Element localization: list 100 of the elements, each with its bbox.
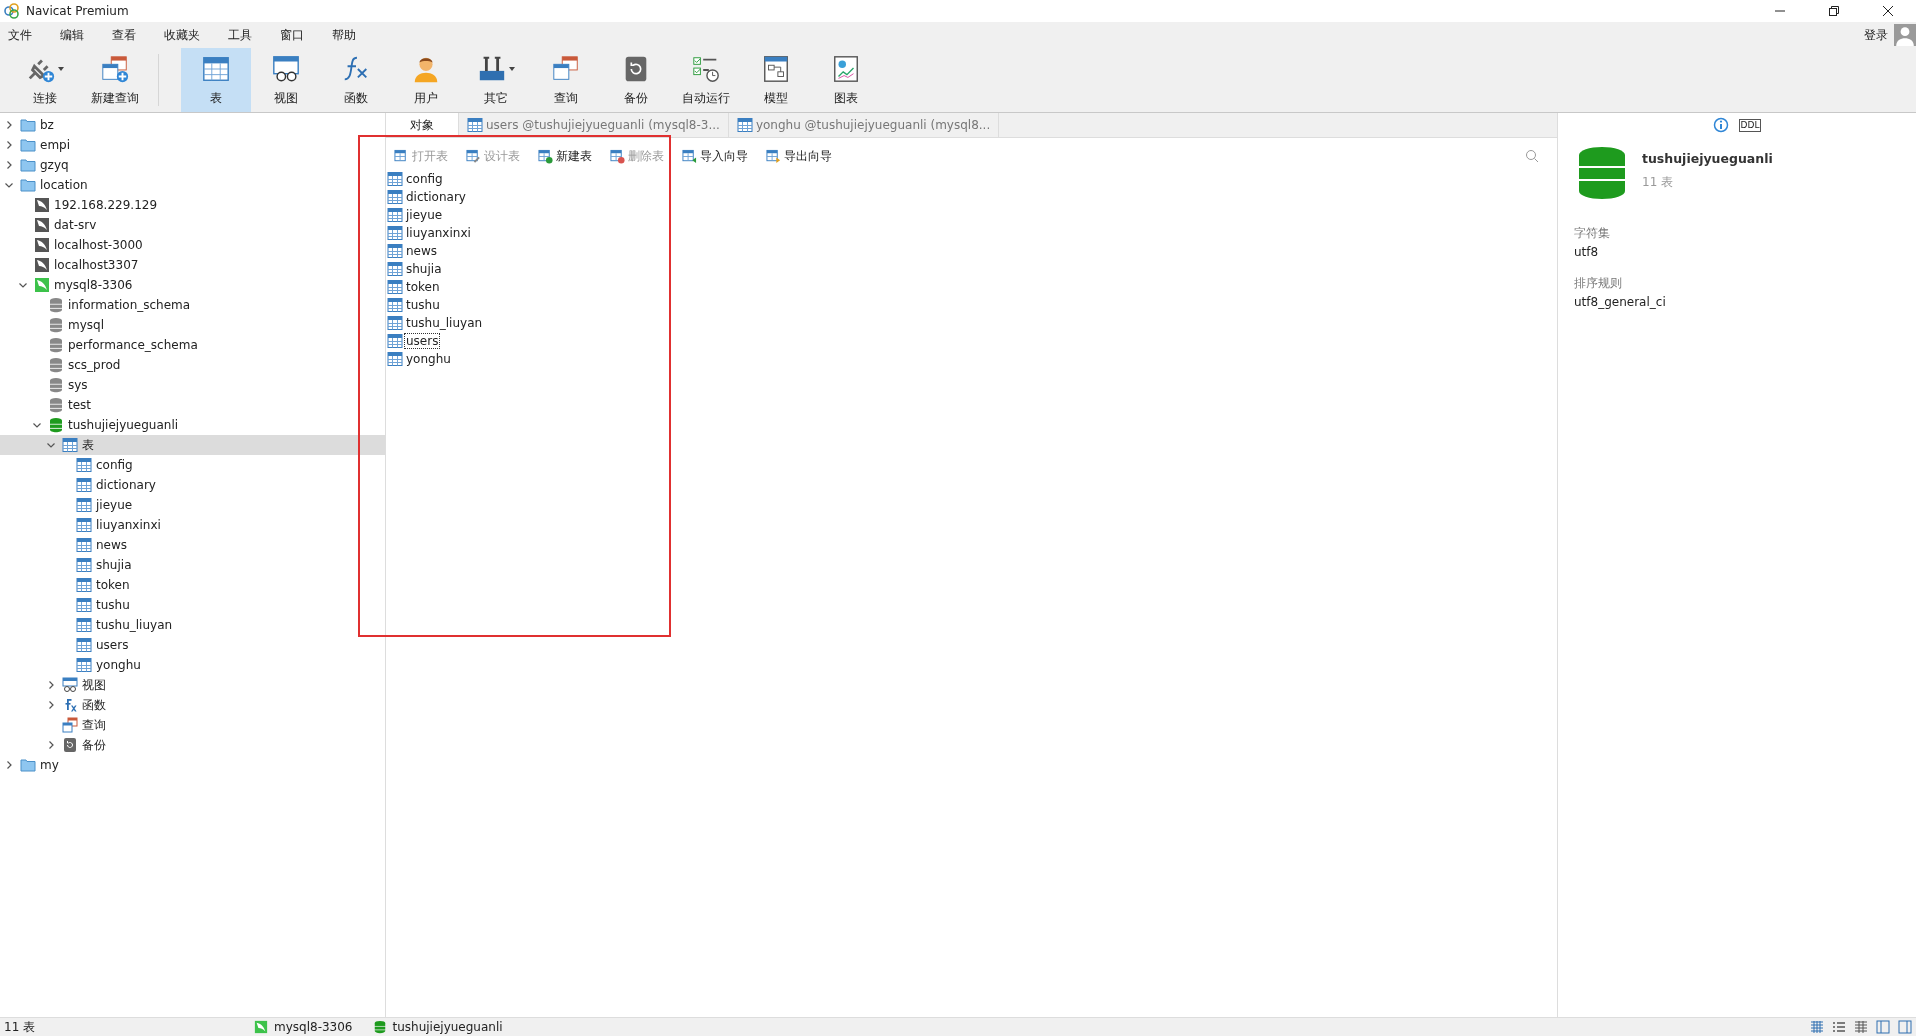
table-item[interactable]: yonghu	[387, 350, 1557, 368]
chevron-right-icon[interactable]	[4, 120, 14, 130]
toolbar-button[interactable]: 自动运行	[671, 48, 741, 112]
tree-item[interactable]: tushujiejyueguanli	[0, 415, 385, 435]
tree-item[interactable]: tushu_liuyan	[0, 615, 385, 635]
tree-item[interactable]: localhost-3000	[0, 235, 385, 255]
table-item[interactable]: liuyanxinxi	[387, 224, 1557, 242]
tree-item[interactable]: mysql8-3306	[0, 275, 385, 295]
table-icon	[76, 597, 92, 613]
menu-item[interactable]: 文件	[8, 26, 32, 44]
login-link[interactable]: 登录	[1864, 26, 1888, 44]
menu-item[interactable]: 编辑	[60, 26, 84, 44]
search-icon[interactable]	[1525, 149, 1539, 163]
table-item[interactable]: jieyue	[387, 206, 1557, 224]
tree-item[interactable]: performance_schema	[0, 335, 385, 355]
tree-item[interactable]: sys	[0, 375, 385, 395]
toolbar-button[interactable]: 其它	[461, 48, 531, 112]
info-icon[interactable]	[1712, 117, 1729, 133]
tree-label: news	[96, 538, 128, 552]
menu-item[interactable]: 窗口	[280, 26, 304, 44]
chevron-right-icon[interactable]	[46, 740, 56, 750]
chevron-down-icon[interactable]	[4, 180, 14, 190]
tree-item[interactable]: tushu	[0, 595, 385, 615]
chevron-right-icon[interactable]	[46, 680, 56, 690]
table-item[interactable]: config	[387, 170, 1557, 188]
table-item[interactable]: news	[387, 242, 1557, 260]
menu-item[interactable]: 帮助	[332, 26, 356, 44]
toolbar-button[interactable]: 连接	[10, 48, 80, 112]
tree-item[interactable]: 192.168.229.129	[0, 195, 385, 215]
panel-icon[interactable]	[1876, 1020, 1890, 1034]
restore-icon[interactable]	[1828, 5, 1840, 17]
action-button[interactable]: 新建表	[536, 147, 594, 165]
chevron-right-icon[interactable]	[4, 140, 14, 150]
tree-item[interactable]: scs_prod	[0, 355, 385, 375]
tree-item[interactable]: mysql	[0, 315, 385, 335]
tree-item[interactable]: localhost3307	[0, 255, 385, 275]
tree-item[interactable]: dat-srv	[0, 215, 385, 235]
tab[interactable]: yonghu @tushujiejyueguanli (mysql8...	[728, 113, 1000, 137]
grid-view-icon[interactable]	[1810, 1020, 1824, 1034]
table-icon	[76, 457, 92, 473]
toolbar-button[interactable]: 新建查询	[80, 48, 150, 112]
toolbar-button[interactable]: 视图	[251, 48, 321, 112]
toolbar-button[interactable]: 模型	[741, 48, 811, 112]
chevron-down-icon[interactable]	[46, 440, 56, 450]
table-item[interactable]: tushu	[387, 296, 1557, 314]
toolbar-button[interactable]: 备份	[601, 48, 671, 112]
tree-item[interactable]: dictionary	[0, 475, 385, 495]
toolbar-button[interactable]: 图表	[811, 48, 881, 112]
toolbar-button[interactable]: 函数	[321, 48, 391, 112]
panel-icon[interactable]	[1898, 1020, 1912, 1034]
tree-item[interactable]: information_schema	[0, 295, 385, 315]
tree-label: yonghu	[96, 658, 141, 672]
tree-item[interactable]: shujia	[0, 555, 385, 575]
tree-item[interactable]: test	[0, 395, 385, 415]
table-item[interactable]: tushu_liuyan	[387, 314, 1557, 332]
tree-item[interactable]: 表	[0, 435, 385, 455]
tree-item[interactable]: users	[0, 635, 385, 655]
toolbar-button[interactable]: 用户	[391, 48, 461, 112]
tree-item[interactable]: 视图	[0, 675, 385, 695]
tree-item[interactable]: news	[0, 535, 385, 555]
tree-item[interactable]: 函数	[0, 695, 385, 715]
tab[interactable]: users @tushujiejyueguanli (mysql8-3...	[459, 113, 729, 137]
tree-item[interactable]: liuyanxinxi	[0, 515, 385, 535]
tree-item[interactable]: config	[0, 455, 385, 475]
table-item[interactable]: dictionary	[387, 188, 1557, 206]
tree-item[interactable]: jieyue	[0, 495, 385, 515]
tab[interactable]: 对象	[386, 113, 459, 137]
action-button[interactable]: 导出向导	[764, 147, 834, 165]
table-item[interactable]: token	[387, 278, 1557, 296]
menu-item[interactable]: 工具	[228, 26, 252, 44]
tree-item[interactable]: yonghu	[0, 655, 385, 675]
chevron-right-icon[interactable]	[4, 160, 14, 170]
chevron-right-icon[interactable]	[4, 760, 14, 770]
caret-icon[interactable]	[509, 66, 515, 71]
table-icon	[387, 243, 403, 259]
action-button[interactable]: 导入向导	[680, 147, 750, 165]
tree-item[interactable]: location	[0, 175, 385, 195]
tree-item[interactable]: 备份	[0, 735, 385, 755]
tree-item[interactable]: 查询	[0, 715, 385, 735]
tree-item[interactable]: gzyq	[0, 155, 385, 175]
close-icon[interactable]	[1882, 5, 1894, 17]
list-view-icon[interactable]	[1832, 1020, 1846, 1034]
menu-item[interactable]: 收藏夹	[164, 26, 200, 44]
chevron-down-icon[interactable]	[18, 280, 28, 290]
table-item[interactable]: users	[387, 332, 1557, 350]
avatar-icon[interactable]	[1894, 24, 1916, 46]
table-item[interactable]: shujia	[387, 260, 1557, 278]
ddl-button[interactable]: DDL	[1738, 118, 1762, 132]
menu-item[interactable]: 查看	[112, 26, 136, 44]
caret-icon[interactable]	[58, 66, 64, 71]
chevron-down-icon[interactable]	[32, 420, 42, 430]
tree-item[interactable]: token	[0, 575, 385, 595]
chevron-right-icon[interactable]	[46, 700, 56, 710]
tree-item[interactable]: empi	[0, 135, 385, 155]
tree-item[interactable]: bz	[0, 115, 385, 135]
detail-view-icon[interactable]	[1854, 1020, 1868, 1034]
tree-label: my	[40, 758, 59, 772]
tree-item[interactable]: my	[0, 755, 385, 775]
toolbar-button[interactable]: 查询	[531, 48, 601, 112]
toolbar-button[interactable]: 表	[181, 48, 251, 112]
